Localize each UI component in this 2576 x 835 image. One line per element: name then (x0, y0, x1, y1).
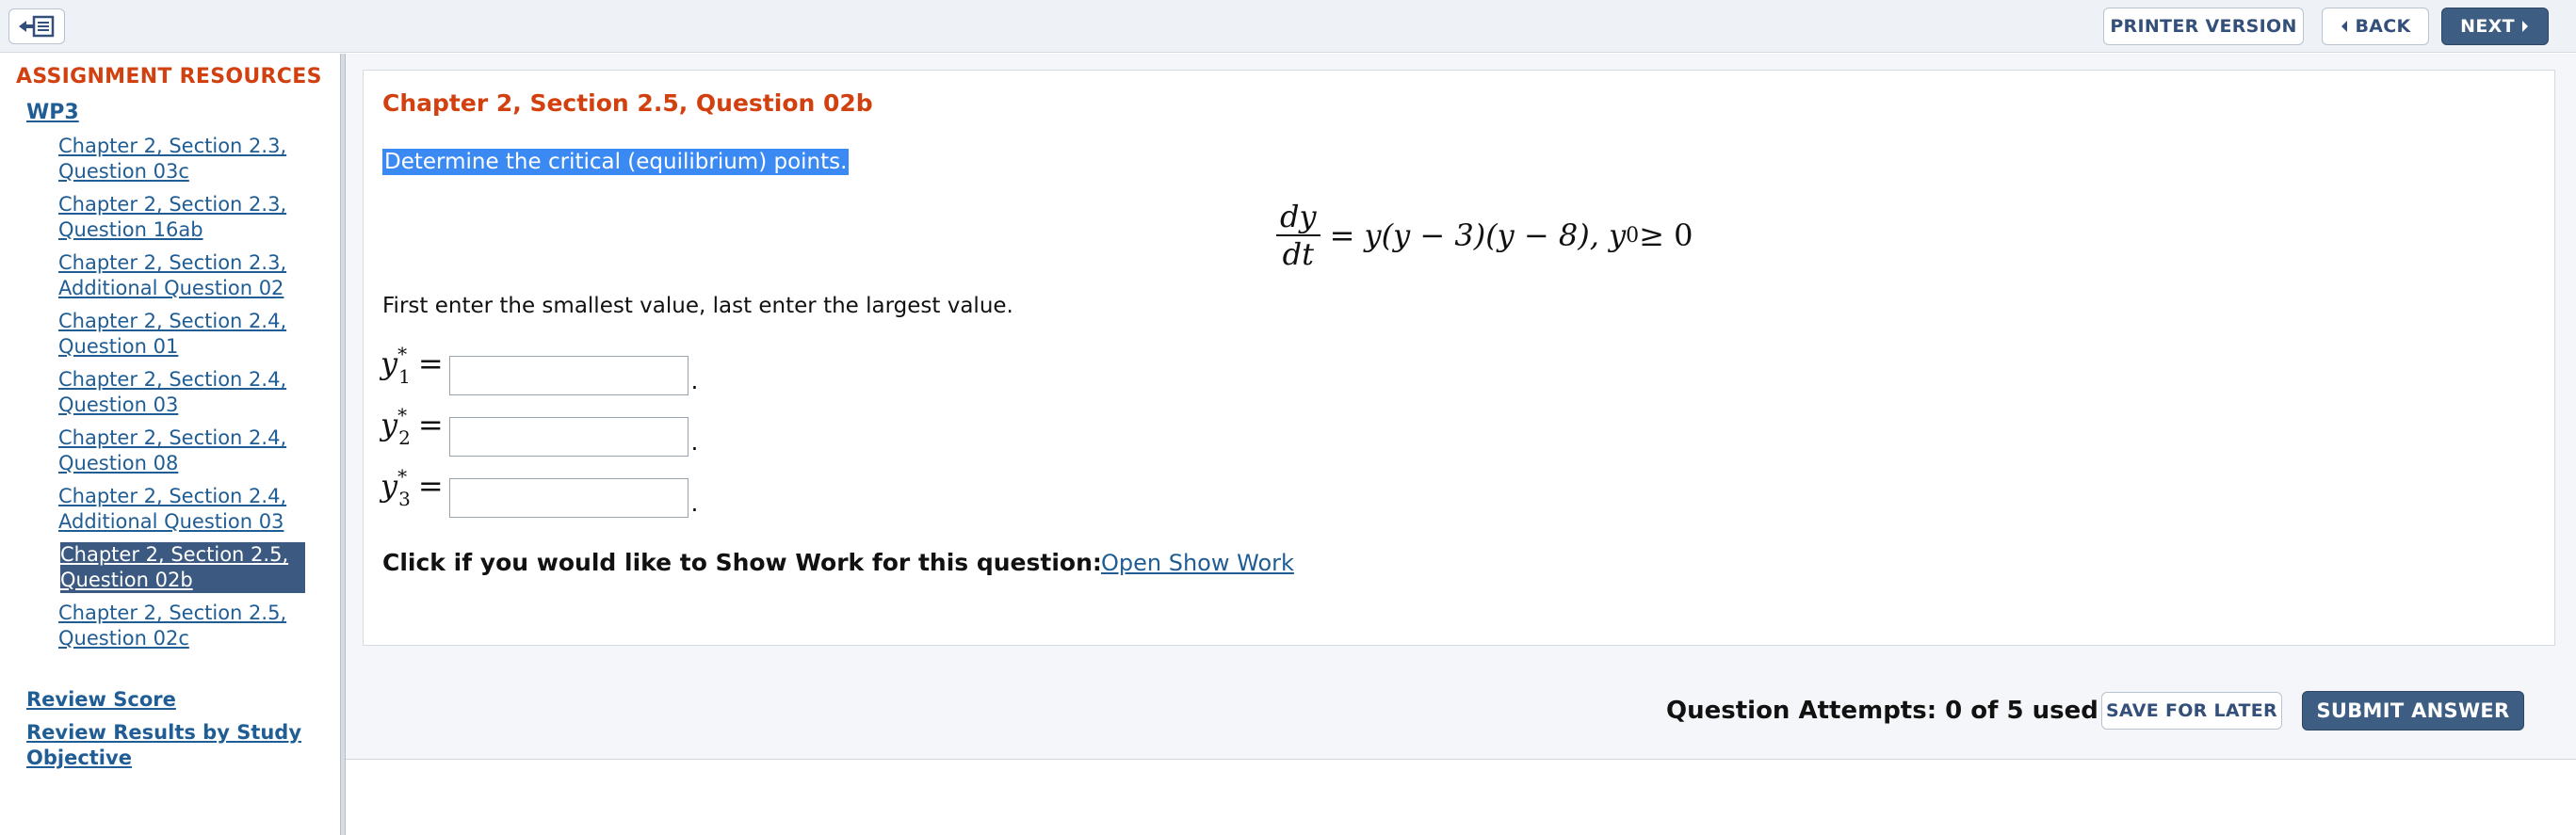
question-title: Chapter 2, Section 2.5, Question 02b (382, 89, 873, 117)
submit-answer-label: SUBMIT ANSWER (2316, 699, 2510, 722)
nav-item-question[interactable]: Chapter 2, Section 2.3, Additional Questi… (58, 250, 332, 301)
differential-equation: dy dt = y(y − 3)(y − 8), y0 ≥ 0 (1276, 193, 1693, 278)
answer-row-3: y*3 = . (381, 465, 698, 518)
answer-input-2[interactable] (448, 417, 689, 457)
equation-condition: ≥ 0 (1639, 217, 1693, 253)
question-instructions: First enter the smallest value, last ent… (382, 294, 1013, 318)
back-label: BACK (2355, 16, 2411, 37)
save-for-later-label: SAVE FOR LATER (2106, 700, 2277, 721)
equation-rhs: = y(y − 3)(y − 8), y (1329, 217, 1627, 253)
show-work-label: Click if you would like to Show Work for… (382, 549, 1102, 576)
question-attempts: Question Attempts: 0 of 5 used (1666, 697, 2098, 725)
question-nav-list: Chapter 2, Section 2.3, Question 03c Chap… (58, 134, 332, 659)
nav-item-question-active[interactable]: Chapter 2, Section 2.5, Question 02b (60, 542, 305, 593)
answer-row-1: y*1 = . (381, 343, 698, 395)
collapse-sidebar-icon (19, 15, 55, 38)
next-button[interactable]: NEXT (2441, 8, 2549, 45)
nav-item-question[interactable]: Chapter 2, Section 2.4, Additional Questi… (58, 484, 332, 535)
nav-item-question[interactable]: Chapter 2, Section 2.4, Question 08 (58, 426, 332, 476)
nav-item-question[interactable]: Chapter 2, Section 2.4, Question 03 (58, 367, 332, 418)
review-results-link[interactable]: Review Results by Study Objective (26, 720, 301, 771)
nav-item-question[interactable]: Chapter 2, Section 2.5, Question 02c (58, 601, 332, 651)
open-show-work-link[interactable]: Open Show Work (1101, 550, 1294, 576)
nav-item-question[interactable]: Chapter 2, Section 2.4, Question 01 (58, 309, 332, 360)
save-for-later-button[interactable]: SAVE FOR LATER (2101, 692, 2282, 730)
equation-numerator: dy (1276, 199, 1320, 236)
chevron-right-icon (2521, 21, 2528, 32)
back-button[interactable]: BACK (2322, 8, 2429, 45)
submit-answer-button[interactable]: SUBMIT ANSWER (2302, 691, 2524, 731)
assignment-resources-title: ASSIGNMENT RESOURCES (16, 65, 322, 88)
answer-label-3: y*3 = (381, 465, 444, 510)
equation-denominator: dt (1282, 236, 1314, 272)
collapse-sidebar-button[interactable] (8, 8, 65, 44)
printer-version-label: PRINTER VERSION (2110, 16, 2297, 37)
equation-subscript: 0 (1626, 223, 1640, 248)
answer-input-1[interactable] (448, 356, 689, 395)
answer-label-2: y*2 = (381, 404, 444, 449)
printer-version-button[interactable]: PRINTER VERSION (2103, 8, 2304, 45)
nav-item-question[interactable]: Chapter 2, Section 2.3, Question 03c (58, 134, 332, 185)
chevron-left-icon (2341, 21, 2348, 32)
review-score-link[interactable]: Review Score (26, 687, 176, 713)
top-toolbar: PRINTER VERSION BACK NEXT (0, 0, 2576, 53)
next-label: NEXT (2460, 16, 2515, 37)
answer-input-3[interactable] (448, 478, 689, 518)
nav-item-question[interactable]: Chapter 2, Section 2.3, Question 16ab (58, 192, 332, 243)
equation-fraction: dy dt (1276, 199, 1320, 272)
wp3-link[interactable]: WP3 (26, 101, 79, 124)
answer-label-1: y*1 = (381, 343, 444, 388)
answer-row-2: y*2 = . (381, 404, 698, 457)
question-prompt: Determine the critical (equilibrium) poi… (382, 149, 850, 175)
